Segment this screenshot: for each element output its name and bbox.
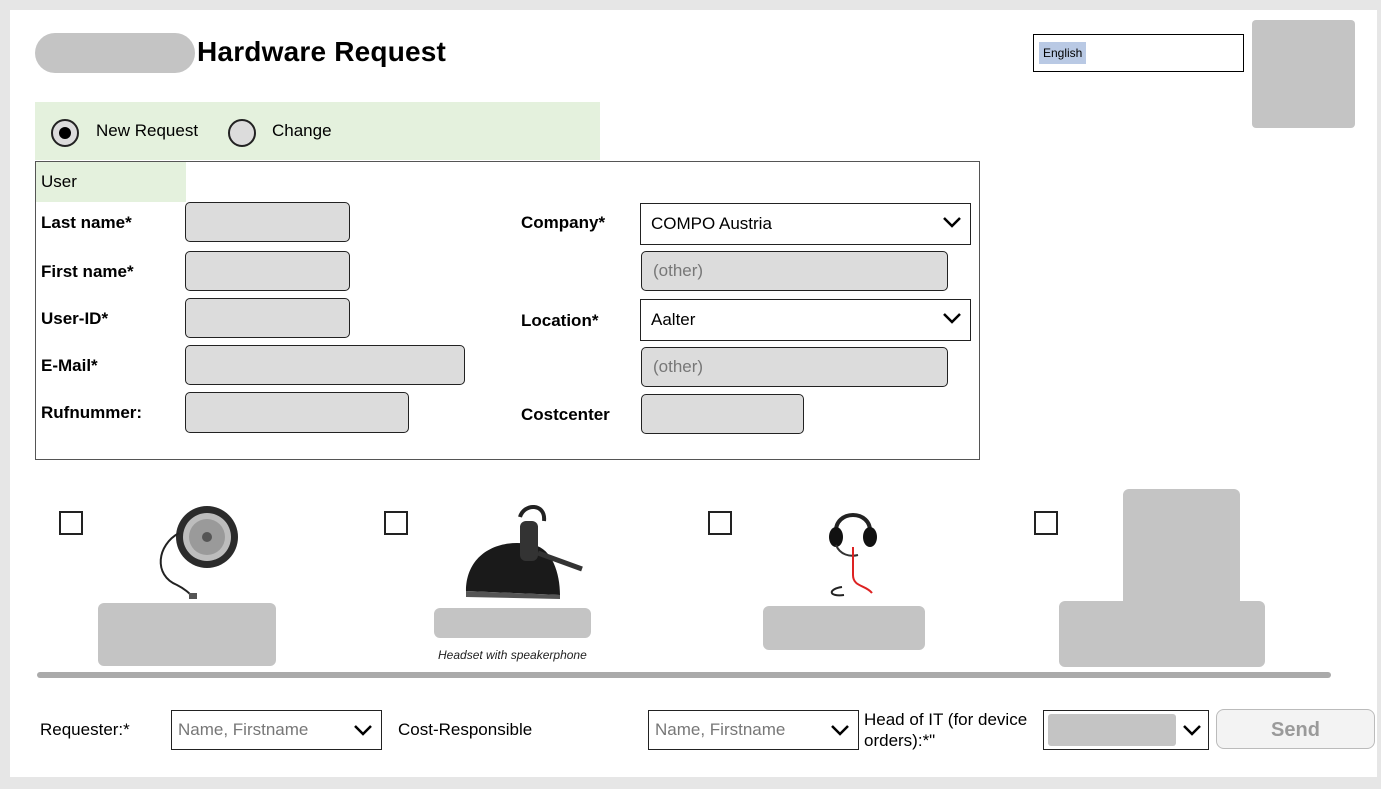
first-name-input[interactable]	[185, 251, 350, 291]
last-name-input[interactable]	[185, 202, 350, 242]
location-dropdown[interactable]: Aalter	[640, 299, 971, 341]
cost-responsible-combobox[interactable]: Name, Firstname	[648, 710, 859, 750]
user-id-input[interactable]	[185, 298, 350, 338]
company-label: Company*	[521, 213, 606, 232]
device-checkbox[interactable]	[1034, 511, 1058, 535]
new-request-radio[interactable]	[51, 119, 79, 147]
phone-label: Rufnummer:	[41, 403, 143, 422]
company-other-input[interactable]: (other)	[641, 251, 948, 291]
change-radio[interactable]	[228, 119, 256, 147]
redacted-product-name	[1059, 601, 1265, 667]
costcenter-input[interactable]	[641, 394, 804, 434]
speakerphone-icon	[159, 506, 238, 599]
requester-placeholder: Name, Firstname	[178, 720, 309, 739]
headset-speakerphone-icon	[466, 505, 583, 599]
send-button[interactable]: Send	[1216, 709, 1375, 749]
redacted-image	[1252, 20, 1355, 128]
chevron-down-icon	[354, 725, 372, 736]
speakerphone-checkbox[interactable]	[59, 511, 83, 535]
requester-label: Requester:*	[40, 720, 130, 739]
email-label: E-Mail*	[41, 356, 98, 375]
product-caption: Headset with speakerphone	[438, 648, 587, 662]
chevron-down-icon	[943, 313, 961, 324]
head-of-it-combobox[interactable]	[1043, 710, 1209, 750]
section-divider	[37, 672, 1331, 678]
chevron-down-icon	[1183, 725, 1201, 736]
phone-input[interactable]	[185, 392, 409, 433]
cost-responsible-label: Cost-Responsible	[398, 720, 533, 739]
location-other-input[interactable]: (other)	[641, 347, 948, 387]
redacted-product-image	[1123, 489, 1240, 609]
headset-icon	[829, 513, 877, 597]
redacted-logo	[35, 33, 195, 73]
user-id-label: User-ID*	[41, 309, 109, 328]
redacted-product-name	[98, 603, 276, 666]
language-dropdown[interactable]: English	[1033, 34, 1244, 72]
email-input[interactable]	[185, 345, 465, 385]
company-dropdown[interactable]: COMPO Austria	[640, 203, 971, 245]
page-title: Hardware Request	[197, 36, 447, 67]
redacted-selected-value	[1048, 714, 1176, 746]
head-of-it-label: Head of IT (for device orders):*"	[864, 710, 1028, 750]
change-label: Change	[272, 121, 332, 140]
location-value: Aalter	[651, 310, 696, 329]
cost-responsible-placeholder: Name, Firstname	[655, 720, 786, 739]
headset-speakerphone-checkbox[interactable]	[384, 511, 408, 535]
user-section: User Last name* First name* User-ID* E-M…	[35, 161, 980, 460]
chevron-down-icon	[943, 217, 961, 228]
requester-combobox[interactable]: Name, Firstname	[171, 710, 382, 750]
language-value: English	[1039, 42, 1087, 64]
request-type-panel: New Request Change	[35, 102, 600, 160]
redacted-product-name	[763, 606, 925, 650]
chevron-down-icon	[831, 725, 849, 736]
new-request-label: New Request	[96, 121, 199, 140]
costcenter-label: Costcenter	[521, 405, 610, 424]
user-section-header: User	[36, 162, 186, 202]
redacted-product-name	[434, 608, 591, 638]
headset-checkbox[interactable]	[708, 511, 732, 535]
location-label: Location*	[521, 311, 599, 330]
last-name-label: Last name*	[41, 213, 132, 232]
company-value: COMPO Austria	[651, 214, 772, 233]
first-name-label: First name*	[41, 262, 134, 281]
